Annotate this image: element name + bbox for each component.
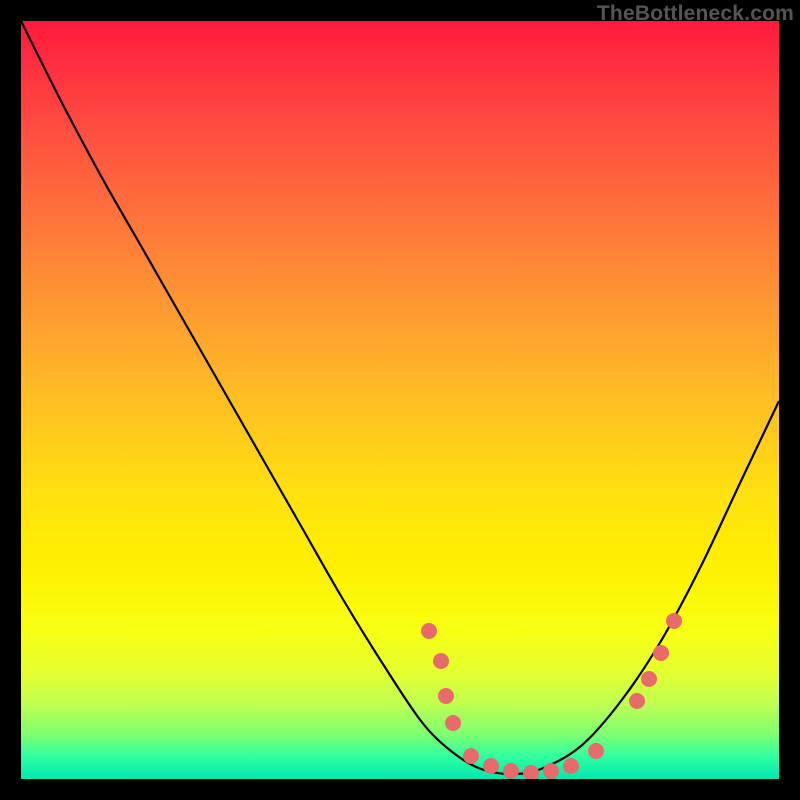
highlight-dot [653, 645, 669, 661]
chart-plot-area [21, 21, 779, 779]
bottleneck-curve [21, 21, 779, 774]
highlight-dot [421, 623, 437, 639]
highlight-dot [588, 743, 604, 759]
highlight-dot [543, 763, 559, 779]
highlight-dot [629, 693, 645, 709]
highlight-dot [463, 748, 479, 764]
highlight-dot [666, 613, 682, 629]
highlight-dot [503, 763, 519, 779]
highlight-dot [438, 688, 454, 704]
highlight-dot [433, 653, 449, 669]
highlight-dot [483, 758, 499, 774]
highlight-dot [641, 671, 657, 687]
highlight-dot [445, 715, 461, 731]
bottleneck-curve-svg [21, 21, 779, 779]
highlight-dot [523, 765, 539, 779]
highlight-dot [563, 758, 579, 774]
attribution-label: TheBottleneck.com [597, 2, 794, 26]
highlight-dots [421, 613, 682, 779]
